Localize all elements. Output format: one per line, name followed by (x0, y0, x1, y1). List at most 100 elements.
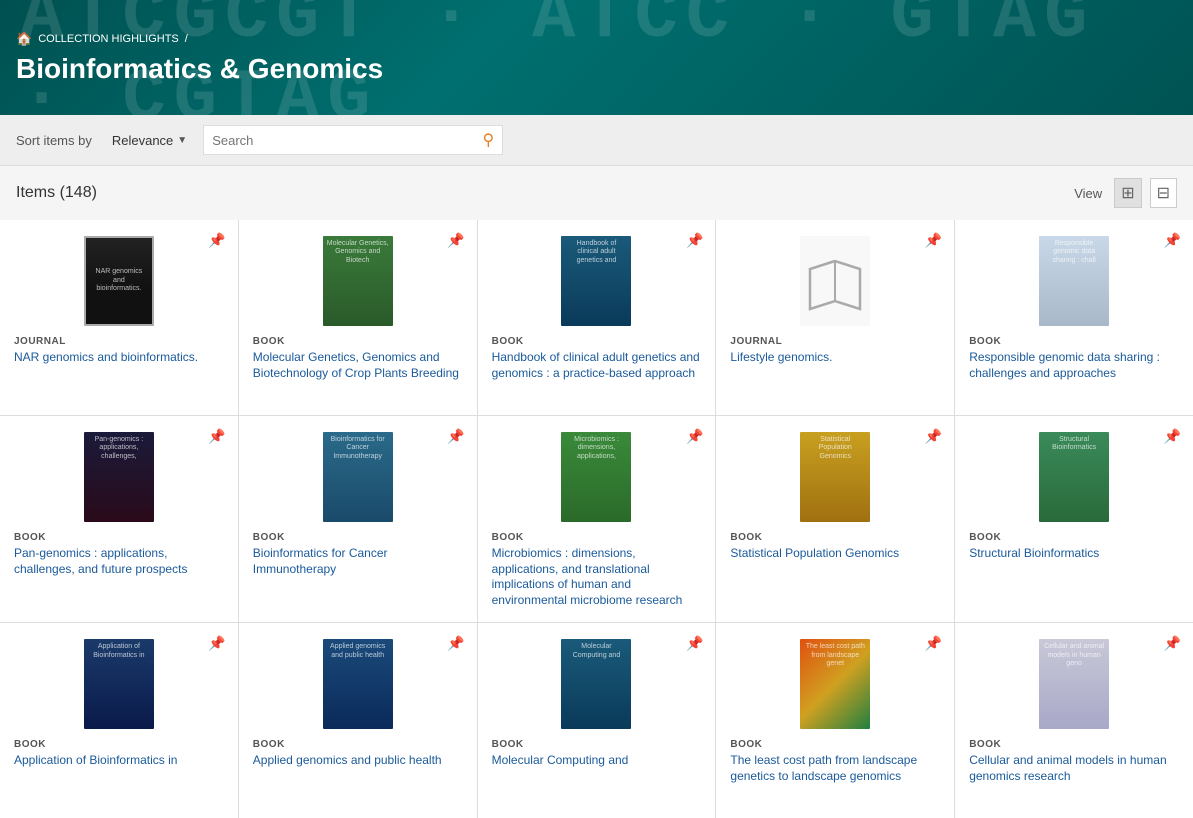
pin-icon[interactable]: 📌 (1164, 635, 1181, 652)
item-cover[interactable]: Molecular Computing and (561, 639, 631, 729)
item-card: 📌 Cellular and animal models in human gen… (955, 623, 1193, 818)
item-type: BOOK (253, 739, 285, 750)
search-icon[interactable]: ⚲ (482, 130, 494, 150)
main-content: 📌 NAR genomics and bioinformatics. JOURNAL… (0, 220, 1193, 818)
item-card: 📌 The least cost path from landscape gene… (716, 623, 954, 818)
item-type: BOOK (253, 336, 285, 347)
page-title: Bioinformatics & Genomics (16, 53, 383, 85)
item-cover[interactable]: Cellular and animal models in human geno (1039, 639, 1109, 729)
breadcrumb-label[interactable]: COLLECTION HIGHLIGHTS (38, 33, 179, 45)
item-type: JOURNAL (14, 336, 66, 347)
item-card: 📌 NAR genomics and bioinformatics. JOURNAL… (0, 220, 238, 415)
view-label: View (1074, 186, 1102, 201)
pin-icon[interactable]: 📌 (1164, 428, 1181, 445)
grid-view-button[interactable]: ⊞ (1114, 178, 1141, 208)
item-title[interactable]: Structural Bioinformatics (969, 546, 1099, 562)
items-header: Items (148) View ⊞ ⊟ (0, 166, 1193, 220)
pin-icon[interactable]: 📌 (208, 635, 225, 652)
item-title[interactable]: Molecular Genetics, Genomics and Biotech… (253, 350, 463, 381)
cover-wrap: Responsible genomic data sharing : chall (969, 236, 1179, 326)
pin-icon[interactable]: 📌 (686, 232, 703, 249)
item-card: 📌 Responsible genomic data sharing : chal… (955, 220, 1193, 415)
cover-wrap: Structural Bioinformatics (969, 432, 1179, 522)
items-grid: 📌 NAR genomics and bioinformatics. JOURNAL… (0, 220, 1193, 818)
item-cover[interactable]: Applied genomics and public health (323, 639, 393, 729)
pin-icon[interactable]: 📌 (447, 232, 464, 249)
item-card: 📌 Pan-genomics : applications, challenges… (0, 416, 238, 622)
cover-wrap: Microbiomics : dimensions, applications, (492, 432, 702, 522)
item-title[interactable]: Bioinformatics for Cancer Immunotherapy (253, 546, 463, 577)
item-title[interactable]: Applied genomics and public health (253, 753, 442, 769)
item-type: BOOK (492, 739, 524, 750)
cover-wrap: Pan-genomics : applications, challenges, (14, 432, 224, 522)
sort-label: Sort items by (16, 133, 92, 148)
cover-wrap: Application of Bioinformatics in (14, 639, 224, 729)
item-cover[interactable]: Pan-genomics : applications, challenges, (84, 432, 154, 522)
search-container: ⚲ (203, 125, 503, 155)
item-cover[interactable]: Structural Bioinformatics (1039, 432, 1109, 522)
view-controls: View ⊞ ⊟ (1074, 178, 1177, 208)
item-title[interactable]: Microbiomics : dimensions, applications,… (492, 546, 702, 608)
item-type: JOURNAL (730, 336, 782, 347)
item-cover[interactable]: Molecular Genetics, Genomics and Biotech (323, 236, 393, 326)
item-title[interactable]: Lifestyle genomics. (730, 350, 832, 366)
cover-wrap: NAR genomics and bioinformatics. (14, 236, 224, 326)
cover-wrap: Applied genomics and public health (253, 639, 463, 729)
cover-wrap: Handbook of clinical adult genetics and (492, 236, 702, 326)
breadcrumb: 🏠 COLLECTION HIGHLIGHTS / (16, 31, 383, 47)
item-cover[interactable]: Bioinformatics for Cancer Immunotherapy (323, 432, 393, 522)
item-card: 📌 JOURNAL Lifestyle genomics. (716, 220, 954, 415)
item-type: BOOK (969, 739, 1001, 750)
cover-wrap: Molecular Genetics, Genomics and Biotech (253, 236, 463, 326)
item-title[interactable]: Cellular and animal models in human geno… (969, 753, 1179, 784)
home-icon[interactable]: 🏠 (16, 31, 32, 47)
item-card: 📌 Molecular Genetics, Genomics and Biotec… (239, 220, 477, 415)
item-type: BOOK (730, 739, 762, 750)
item-cover[interactable]: The least cost path from landscape genet (800, 639, 870, 729)
pin-icon[interactable]: 📌 (925, 428, 942, 445)
item-title[interactable]: NAR genomics and bioinformatics. (14, 350, 198, 366)
item-title[interactable]: Pan-genomics : applications, challenges,… (14, 546, 224, 577)
pin-icon[interactable]: 📌 (925, 635, 942, 652)
breadcrumb-separator: / (185, 33, 188, 45)
search-input[interactable] (212, 133, 482, 148)
pin-icon[interactable]: 📌 (208, 232, 225, 249)
cover-wrap: Statistical Population Genomics (730, 432, 940, 522)
item-cover[interactable]: Responsible genomic data sharing : chall (1039, 236, 1109, 326)
item-title[interactable]: Application of Bioinformatics in (14, 753, 177, 769)
item-title[interactable]: Handbook of clinical adult genetics and … (492, 350, 702, 381)
cover-wrap: Molecular Computing and (492, 639, 702, 729)
cover-wrap (730, 236, 940, 326)
item-type: BOOK (492, 336, 524, 347)
cover-wrap: Bioinformatics for Cancer Immunotherapy (253, 432, 463, 522)
item-cover[interactable]: Handbook of clinical adult genetics and (561, 236, 631, 326)
item-card: 📌Application of Bioinformatics inBOOKApp… (0, 623, 238, 818)
item-type: BOOK (969, 336, 1001, 347)
item-cover[interactable]: Statistical Population Genomics (800, 432, 870, 522)
pin-icon[interactable]: 📌 (447, 635, 464, 652)
item-type: BOOK (14, 532, 46, 543)
pin-icon[interactable]: 📌 (925, 232, 942, 249)
pin-icon[interactable]: 📌 (208, 428, 225, 445)
item-cover[interactable]: NAR genomics and bioinformatics. (84, 236, 154, 326)
cover-wrap: The least cost path from landscape genet (730, 639, 940, 729)
item-title[interactable]: Molecular Computing and (492, 753, 629, 769)
item-title[interactable]: Responsible genomic data sharing : chall… (969, 350, 1179, 381)
cover-wrap: Cellular and animal models in human geno (969, 639, 1179, 729)
item-title[interactable]: Statistical Population Genomics (730, 546, 899, 562)
item-card: 📌 Applied genomics and public health BOOK A… (239, 623, 477, 818)
pin-icon[interactable]: 📌 (686, 635, 703, 652)
pin-icon[interactable]: 📌 (447, 428, 464, 445)
item-cover[interactable]: Application of Bioinformatics in (84, 639, 154, 729)
pin-icon[interactable]: 📌 (686, 428, 703, 445)
banner: ATCGCGT · ATCC · GTAG · CGTAG 🏠 COLLECTI… (0, 0, 1193, 115)
item-card: 📌 Structural Bioinformatics BOOK Structural… (955, 416, 1193, 622)
item-title[interactable]: The least cost path from landscape genet… (730, 753, 940, 784)
sort-select[interactable]: Relevance ▼ (112, 133, 187, 148)
pin-icon[interactable]: 📌 (1164, 232, 1181, 249)
item-type: BOOK (730, 532, 762, 543)
item-type: BOOK (969, 532, 1001, 543)
list-view-button[interactable]: ⊟ (1150, 178, 1177, 208)
item-cover[interactable]: Microbiomics : dimensions, applications, (561, 432, 631, 522)
items-count: Items (148) (16, 184, 97, 202)
